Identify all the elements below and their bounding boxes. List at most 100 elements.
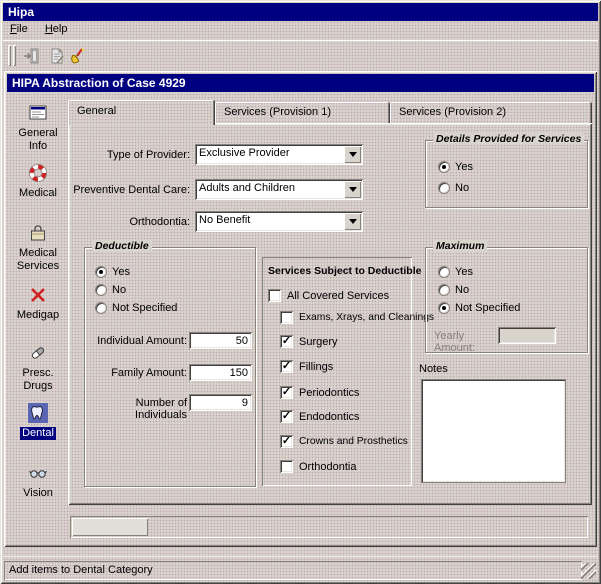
checkbox-fillings[interactable]: Fillings [280,360,333,373]
toolbar-grip[interactable] [13,45,16,66]
checkbox-label: Orthodontia [299,461,356,473]
deductible-no-radio[interactable]: No [95,284,126,296]
checkbox-crowns-prosthetics[interactable]: Crowns and Prosthetics [280,435,408,448]
checkbox-box[interactable] [280,460,293,473]
radio-button[interactable] [438,302,450,314]
chevron-down-icon [349,219,357,228]
type-of-provider-combobox[interactable]: Exclusive Provider [195,144,363,165]
notes-textarea[interactable] [421,379,566,483]
checkbox-surgery[interactable]: Surgery [280,335,338,348]
checkbox-box[interactable] [280,360,293,373]
scrollbar-thumb[interactable] [72,518,148,536]
pill-icon [28,343,48,363]
exit-icon [22,47,40,65]
radio-label: Yes [112,266,130,278]
tab-label: Services (Provision 1) [224,106,331,118]
radio-button[interactable] [95,284,107,296]
tab-general[interactable]: General [68,100,215,125]
checkbox-box[interactable] [280,386,293,399]
individual-amount-field[interactable] [189,332,252,349]
checkbox-label: All Covered Services [287,290,389,302]
radio-button[interactable] [95,266,107,278]
type-of-provider-label: Type of Provider: [68,149,190,161]
annotate-button[interactable] [65,44,88,67]
checkbox-box[interactable] [280,335,293,348]
checkbox-box[interactable] [280,311,293,324]
sidebar-item-label: Presc. Drugs [8,367,68,393]
annotate-hand-icon [68,47,86,65]
combobox-dropdown-button[interactable] [344,146,361,163]
checkbox-label: Fillings [299,361,333,373]
checkbox-label: Periodontics [299,387,360,399]
preventive-dental-care-combobox[interactable]: Adults and Children [195,179,363,200]
details-no-radio[interactable]: No [438,182,469,194]
tab-services-provision-1[interactable]: Services (Provision 1) [215,102,390,124]
checkbox-orthodontia[interactable]: Orthodontia [280,460,356,473]
yearly-amount-label: Yearly Amount: [434,330,496,354]
services-subject-panel: Services Subject to Deductible All Cover… [262,257,412,486]
deductible-not-specified-radio[interactable]: Not Specified [95,302,177,314]
checkbox-periodontics[interactable]: Periodontics [280,386,360,399]
sidebar-item-dental[interactable]: Dental [8,403,68,440]
details-provided-title: Details Provided for Services [433,133,584,145]
radio-label: Not Specified [455,302,520,314]
radio-button[interactable] [438,284,450,296]
status-message: Add items to Dental Category [4,561,582,580]
checkbox-label: Exams, Xrays, and Cleanings [299,312,434,323]
checkbox-box[interactable] [280,435,293,448]
deductible-title: Deductible [92,240,152,252]
horizontal-scrollbar[interactable] [70,516,588,538]
status-bar: Add items to Dental Category [3,556,598,581]
number-of-individuals-field[interactable] [189,394,252,411]
number-of-individuals-label: Number of Individuals [87,397,187,421]
report-icon [48,47,66,65]
tab-content-general: Type of Provider: Exclusive Provider Pre… [68,123,592,505]
title-bar[interactable]: Hipa [3,3,598,21]
toolbar-grip[interactable] [8,45,11,66]
radio-button[interactable] [438,182,450,194]
notes-label: Notes [419,363,448,375]
tab-services-provision-2[interactable]: Services (Provision 2) [390,102,592,124]
details-yes-radio[interactable]: Yes [438,161,473,173]
radio-button[interactable] [95,302,107,314]
sidebar-item-vision[interactable]: Vision [8,463,68,500]
checkbox-endodontics[interactable]: Endodontics [280,410,360,423]
case-title-bar[interactable]: HIPA Abstraction of Case 4929 [7,74,594,92]
sidebar-item-medigap[interactable]: Medigap [8,285,68,322]
checkbox-box[interactable] [280,410,293,423]
sidebar-item-medical-services[interactable]: Medical Services [8,223,68,273]
exit-button[interactable] [19,44,42,67]
resize-grip-icon[interactable] [581,563,596,579]
family-amount-field[interactable] [189,364,252,381]
services-subject-title: Services Subject to Deductible [268,265,421,277]
family-amount-label: Family Amount: [87,367,187,379]
checkbox-label: Crowns and Prosthetics [299,436,408,447]
combobox-value: No Benefit [199,214,343,226]
checkbox-all-covered-services[interactable]: All Covered Services [268,289,389,302]
menu-help[interactable]: Help [38,21,75,39]
radio-label: No [455,182,469,194]
maximum-yes-radio[interactable]: Yes [438,266,473,278]
radio-button[interactable] [438,266,450,278]
checkbox-box[interactable] [268,289,281,302]
maximum-not-specified-radio[interactable]: Not Specified [438,302,520,314]
red-x-icon [28,285,48,305]
sidebar-item-medical[interactable]: Medical [8,163,68,200]
sidebar-item-presc-drugs[interactable]: Presc. Drugs [8,343,68,393]
orthodontia-combobox[interactable]: No Benefit [195,211,363,232]
combobox-dropdown-button[interactable] [344,213,361,230]
sidebar-item-general-info[interactable]: General Info [8,103,68,153]
combobox-value: Adults and Children [199,182,343,194]
checkbox-exams-xrays-cleanings[interactable]: Exams, Xrays, and Cleanings [280,311,434,324]
menu-file[interactable]: File [3,21,35,39]
sidebar-item-label: General Info [8,127,68,153]
radio-label: No [455,284,469,296]
combobox-dropdown-button[interactable] [344,181,361,198]
maximum-groupbox: Maximum Yes No Not Specified Yearly Amou… [425,247,588,353]
details-provided-groupbox: Details Provided for Services Yes No [425,140,588,208]
radio-button[interactable] [438,161,450,173]
radio-label: Not Specified [112,302,177,314]
maximum-no-radio[interactable]: No [438,284,469,296]
tab-label: General [77,105,116,117]
deductible-yes-radio[interactable]: Yes [95,266,130,278]
